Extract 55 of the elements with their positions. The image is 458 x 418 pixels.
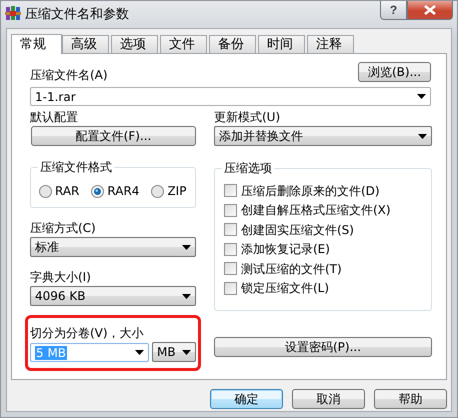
compression-method-dropdown[interactable]: 标准 (30, 237, 196, 257)
unit-dropdown[interactable]: MB (152, 342, 196, 362)
dialog-button[interactable]: 确定 (210, 389, 283, 409)
profile-button[interactable]: 配置文件(F)... (31, 126, 196, 146)
tab[interactable]: 文件 (160, 35, 207, 53)
radio-label[interactable]: ZIP (167, 184, 186, 198)
dropdown-arrow-icon (135, 350, 144, 355)
dialog-button[interactable]: 帮助 (374, 389, 447, 409)
checkbox[interactable] (224, 184, 237, 198)
dropdown-arrow-icon (182, 244, 191, 250)
checkbox-label[interactable]: 创建自解压格式压缩文件(X) (241, 203, 391, 218)
dictionary-size-dropdown[interactable]: 4096 KB (30, 286, 196, 306)
close-icon (424, 5, 436, 15)
tab[interactable]: 高级 (62, 35, 109, 53)
checkbox-label[interactable]: 测试压缩的文件(T) (241, 262, 342, 276)
field-label: 字典大小(I) (30, 270, 92, 284)
checkbox-label[interactable]: 创建固实压缩文件(S) (241, 222, 354, 237)
tab[interactable]: 备份 (209, 35, 256, 53)
close-button[interactable] (407, 1, 453, 20)
update-mode-dropdown[interactable]: 添加并替换文件 (214, 126, 432, 146)
field-label: 更新模式(U) (214, 110, 282, 124)
set-password-button[interactable]: 设置密码(P)... (214, 337, 432, 357)
checkbox[interactable] (224, 262, 237, 276)
dialog-button[interactable]: 取消 (292, 389, 365, 409)
field-label: 切分为分卷(V)，大小 (30, 326, 144, 340)
help-button[interactable]: ? (380, 1, 407, 20)
field-label: 压缩方式(C) (30, 221, 97, 235)
archive-name-field[interactable]: 1-1.rar (30, 87, 431, 106)
radio-label[interactable]: RAR (55, 184, 80, 198)
dropdown-arrow-icon (182, 294, 191, 298)
group-title: 压缩文件格式 (38, 160, 114, 174)
radio-button[interactable] (39, 184, 52, 198)
tab[interactable]: 时间 (258, 35, 305, 53)
field-label: 默认配置 (30, 110, 79, 124)
group-title: 压缩选项 (222, 161, 274, 175)
checkbox-label[interactable]: 压缩后删除原来的文件(D) (241, 184, 380, 198)
browse-button[interactable]: 浏览(B)... (358, 62, 431, 82)
dropdown-arrow-icon (182, 350, 191, 354)
radio-button[interactable] (91, 184, 104, 198)
app-icon (5, 5, 21, 21)
dropdown-arrow-icon (418, 134, 427, 138)
radio-button[interactable] (151, 184, 164, 198)
dropdown-arrow-icon (417, 94, 426, 99)
field-label: 压缩文件名(A) (30, 68, 108, 82)
tab[interactable]: 常规 (11, 34, 62, 54)
checkbox[interactable] (224, 223, 237, 236)
window-title: 压缩文件名和参数 (25, 6, 130, 23)
checkbox[interactable] (224, 242, 237, 256)
checkbox[interactable] (224, 282, 237, 295)
tab[interactable]: 选项 (111, 35, 158, 53)
checkbox[interactable] (224, 204, 237, 217)
checkbox-label[interactable]: 添加恢复记录(E) (241, 242, 330, 256)
checkbox-label[interactable]: 锁定压缩文件(L) (241, 281, 330, 296)
radio-label[interactable]: RAR4 (107, 184, 140, 198)
tab[interactable]: 注释 (307, 35, 354, 53)
